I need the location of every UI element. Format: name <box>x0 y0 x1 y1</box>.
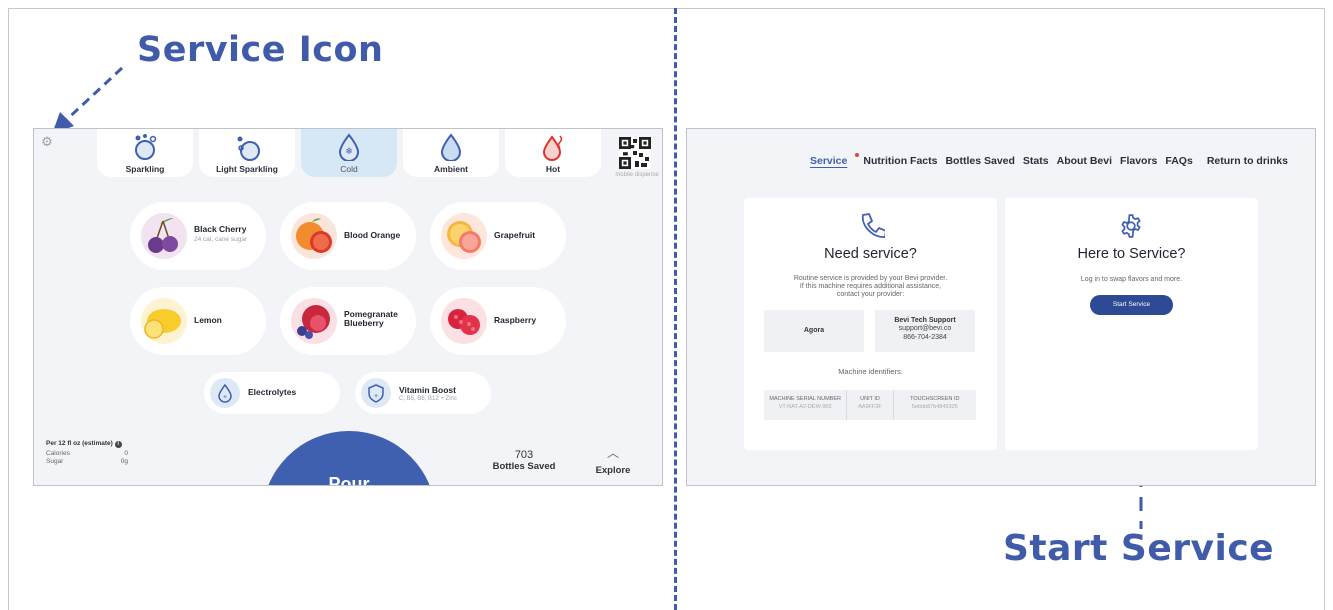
explore-label: Explore <box>595 465 631 476</box>
tab-sparkling[interactable]: Sparkling <box>97 129 193 177</box>
nav-flavors[interactable]: Flavors <box>1120 155 1157 167</box>
boost-vitamin[interactable]: + Vitamin Boost C, B5, B6, B12 + Zinc <box>355 372 491 414</box>
hot-drop-icon <box>542 135 563 161</box>
flavor-grapefruit[interactable]: Grapefruit <box>430 202 566 270</box>
machine-identifiers-box: MACHINE SERIAL NUMBER VT-NAT-A2-DEW-902 … <box>764 390 976 420</box>
boost-electrolytes[interactable]: + Electrolytes <box>204 372 340 414</box>
here-to-service-title: Here to Service? <box>1077 246 1186 262</box>
support-phone: 866-704-2384 <box>903 334 947 341</box>
tech-support-box: Bevi Tech Support support@bevi.co 866-70… <box>875 310 975 352</box>
frame-top <box>8 8 1325 9</box>
bottles-saved-counter: 703 Bottles Saved <box>482 449 566 472</box>
blood-orange-icon <box>291 213 337 259</box>
alert-dot-icon <box>855 153 860 157</box>
need-service-desc: Routine service is provided by your Bevi… <box>793 275 948 298</box>
serial-number-col: MACHINE SERIAL NUMBER VT-NAT-A2-DEW-902 <box>764 390 848 420</box>
nav-faqs[interactable]: FAQs <box>1165 155 1192 167</box>
nutrition-header: Per 12 fl oz (estimate) i <box>46 440 128 448</box>
tab-hot[interactable]: Hot <box>505 129 601 177</box>
boost-sub: C, B5, B6, B12 + Zinc <box>399 396 457 402</box>
unit-id-col: UNIT ID AA9FF3F <box>847 390 894 420</box>
nav-bottles-saved[interactable]: Bottles Saved <box>945 155 1014 167</box>
flavor-black-cherry[interactable]: Black Cherry 24 cal, cane sugar <box>130 202 266 270</box>
nutrition-row: Calories 0 <box>46 450 128 457</box>
pomegranate-blueberry-icon <box>291 298 337 344</box>
service-icon-arrow <box>52 66 124 134</box>
machine-identifiers-label: Machine identifiers: <box>838 367 903 376</box>
lemon-icon <box>141 298 187 344</box>
flavor-name: Lemon <box>194 315 222 325</box>
flavor-name: Raspberry <box>494 315 537 325</box>
bottles-saved-count: 703 <box>514 449 534 461</box>
top-nav: Service Nutrition Facts Bottles Saved St… <box>810 153 1296 167</box>
nav-about-bevi[interactable]: About Bevi <box>1057 155 1112 167</box>
flavor-name: Pomegranate Blueberry <box>344 309 398 328</box>
sparkling-bubbles-icon <box>135 134 157 160</box>
electrolytes-icon: + <box>210 378 240 408</box>
tab-label: Hot <box>545 164 561 174</box>
need-service-title: Need service? <box>824 246 917 262</box>
explore-button[interactable]: ︿ Explore <box>590 444 636 476</box>
qr-code-icon[interactable] <box>619 137 651 169</box>
gear-icon[interactable]: ⚙ <box>40 135 54 149</box>
flavor-raspberry[interactable]: Raspberry <box>430 287 566 355</box>
here-to-service-card: Here to Service? Log in to swap flavors … <box>1005 198 1258 450</box>
touchscreen-id-col: TOUCHSCREEN ID 5ebbb87b4849325 <box>910 396 960 410</box>
qr-caption: mobile dispense <box>615 172 659 178</box>
tab-label: Light Sparkling <box>216 164 278 174</box>
need-service-card: Need service? Routine service is provide… <box>744 198 997 450</box>
nav-service[interactable]: Service <box>810 153 860 167</box>
tab-cold[interactable]: ❄ Cold <box>301 129 397 177</box>
grapefruit-icon <box>441 213 487 259</box>
frame-left <box>8 8 9 610</box>
black-cherry-icon <box>141 213 187 259</box>
light-sparkling-bubbles-icon <box>237 136 260 161</box>
gear-icon <box>1121 214 1141 238</box>
pour-button[interactable]: Pour <box>262 431 436 485</box>
boost-name: Electrolytes <box>248 387 297 397</box>
start-service-button[interactable]: Start Service <box>1090 295 1173 315</box>
flavor-sub: 24 cal, cane sugar <box>194 236 248 243</box>
provider-box: Agora <box>764 310 864 352</box>
provider-name: Agora <box>803 327 825 334</box>
tab-label: Sparkling <box>125 164 165 174</box>
frame-right <box>1324 8 1325 610</box>
svg-text:+: + <box>223 394 227 401</box>
tab-light-sparkling[interactable]: Light Sparkling <box>199 129 295 177</box>
bottles-saved-label: Bottles Saved <box>492 461 556 472</box>
ambient-drop-icon <box>440 133 462 161</box>
vitamin-shield-icon: + <box>361 378 391 408</box>
support-email: support@bevi.co <box>898 325 952 332</box>
here-to-service-desc: Log in to swap flavors and more. <box>1080 276 1183 283</box>
support-title: Bevi Tech Support <box>894 317 956 324</box>
nav-nutrition-facts[interactable]: Nutrition Facts <box>863 155 937 167</box>
tab-ambient[interactable]: Ambient <box>403 129 499 177</box>
flavor-pomegranate-blueberry[interactable]: Pomegranate Blueberry <box>280 287 416 355</box>
drink-selection-screen: ⚙ Sparkling Light Sparkling ❄ Cold Ambie… <box>33 128 663 486</box>
nav-return-to-drinks[interactable]: Return to drinks <box>1207 155 1288 167</box>
panel-divider <box>674 8 677 610</box>
nav-stats[interactable]: Stats <box>1023 155 1049 167</box>
info-icon: i <box>114 441 122 448</box>
flavor-name: Black Cherry <box>194 224 247 234</box>
svg-text:❄: ❄ <box>345 146 353 156</box>
flavor-name: Blood Orange <box>344 230 401 240</box>
cold-drop-icon: ❄ <box>338 133 360 161</box>
flavor-lemon[interactable]: Lemon <box>130 287 266 355</box>
svg-text:+: + <box>374 393 378 400</box>
raspberry-icon <box>441 298 487 344</box>
nutrition-row: Sugar 0g <box>46 458 128 465</box>
chevron-up-icon: ︿ <box>606 446 619 460</box>
flavor-name: Grapefruit <box>494 230 536 240</box>
start-service-callout: Start Service <box>1003 528 1275 569</box>
boost-name: Vitamin Boost <box>399 385 456 395</box>
tab-label: Cold <box>340 164 358 174</box>
service-icon-callout: Service Icon <box>137 30 384 70</box>
flavor-blood-orange[interactable]: Blood Orange <box>280 202 416 270</box>
nutrition-panel: Per 12 fl oz (estimate) i Calories 0 Suga… <box>46 440 128 466</box>
service-screen: Service Nutrition Facts Bottles Saved St… <box>686 128 1316 486</box>
tab-label: Ambient <box>434 164 468 174</box>
phone-icon <box>861 213 885 238</box>
